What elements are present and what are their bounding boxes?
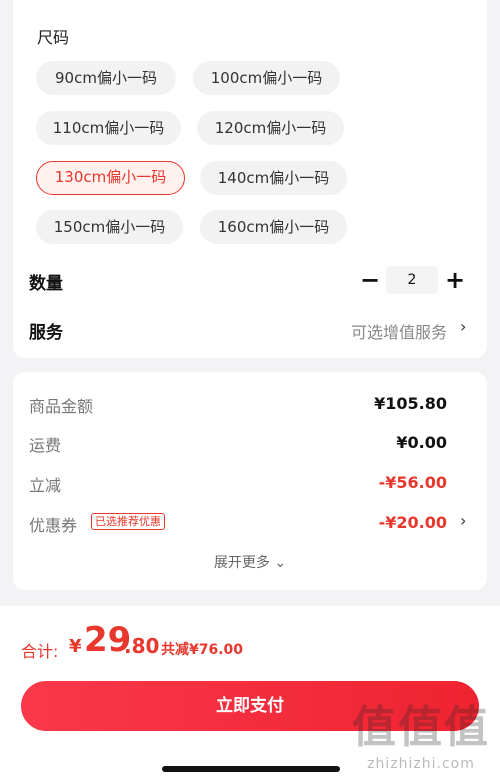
size-option-100[interactable]: 100cm偏小一码 bbox=[193, 61, 340, 95]
size-option-120[interactable]: 120cm偏小一码 bbox=[197, 111, 344, 145]
size-option-140[interactable]: 140cm偏小一码 bbox=[200, 161, 347, 195]
coupon-value[interactable]: -¥20.00 bbox=[379, 513, 447, 532]
size-option-130-selected[interactable]: 130cm偏小一码 bbox=[36, 161, 185, 195]
expand-more-button[interactable]: 展开更多 ⌄ bbox=[13, 552, 487, 572]
instant-discount-label: 立减 bbox=[29, 476, 62, 495]
goods-amount-label: 商品金额 bbox=[29, 397, 94, 416]
chevron-right-icon[interactable]: › bbox=[460, 511, 466, 530]
quantity-input[interactable]: 2 bbox=[386, 266, 438, 294]
service-value[interactable]: 可选增值服务 bbox=[351, 319, 447, 343]
watermark: 值值值 zhizhizhi.com bbox=[346, 700, 496, 784]
quantity-label: 数量 bbox=[29, 274, 63, 294]
chevron-right-icon[interactable]: › bbox=[460, 317, 466, 336]
size-option-150[interactable]: 150cm偏小一码 bbox=[36, 210, 183, 244]
size-option-160[interactable]: 160cm偏小一码 bbox=[200, 210, 347, 244]
quantity-increment-button[interactable]: + bbox=[443, 267, 467, 293]
total-label: 合计: bbox=[21, 642, 59, 661]
watermark-url: zhizhizhi.com bbox=[367, 756, 475, 772]
coupon-badge: 已选推荐优惠 bbox=[91, 513, 165, 530]
sku-card: 尺码 90cm偏小一码 100cm偏小一码 110cm偏小一码 120cm偏小一… bbox=[13, 0, 487, 358]
price-card: 商品金额 ¥105.80 运费 ¥0.00 立减 -¥56.00 优惠券 已选推… bbox=[13, 372, 487, 590]
goods-amount-value: ¥105.80 bbox=[374, 394, 447, 413]
coupon-label: 优惠券 bbox=[29, 516, 78, 535]
service-label: 服务 bbox=[29, 323, 63, 343]
watermark-logo: 值值值 bbox=[352, 702, 490, 753]
size-option-90[interactable]: 90cm偏小一码 bbox=[36, 61, 176, 95]
shipping-value: ¥0.00 bbox=[396, 433, 447, 452]
shipping-label: 运费 bbox=[29, 436, 62, 455]
quantity-decrement-button[interactable]: − bbox=[358, 267, 382, 293]
total-discount: 共减¥76.00 bbox=[161, 642, 244, 658]
total-decimal: .80 bbox=[124, 634, 160, 658]
instant-discount-value: -¥56.00 bbox=[378, 473, 447, 492]
total-currency: ¥ bbox=[69, 636, 82, 657]
size-section-title: 尺码 bbox=[37, 28, 70, 47]
home-indicator bbox=[162, 766, 340, 772]
size-option-110[interactable]: 110cm偏小一码 bbox=[36, 111, 181, 145]
